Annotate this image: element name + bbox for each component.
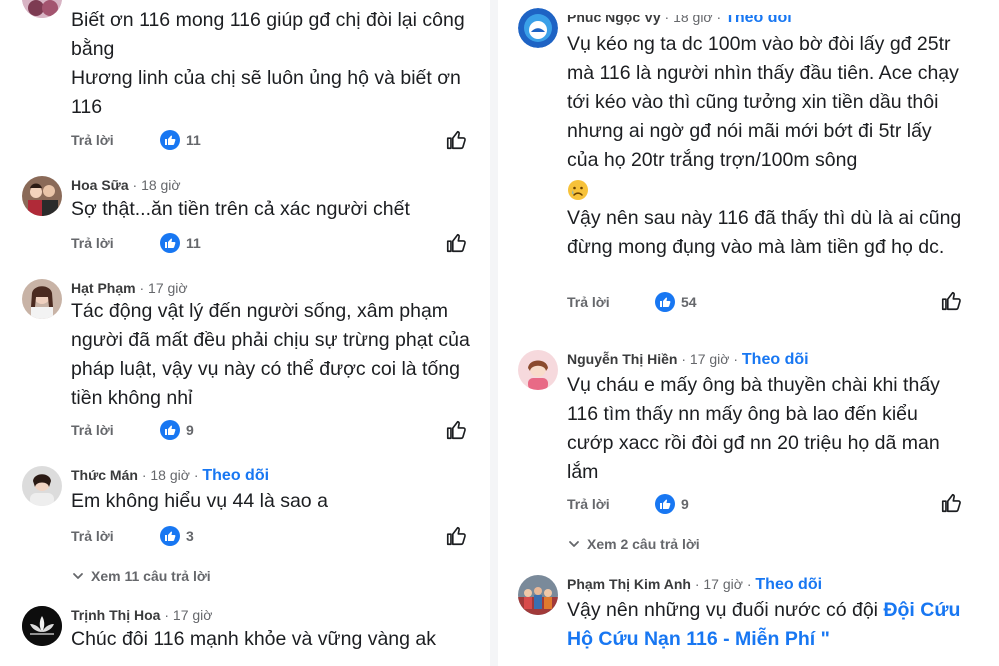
comment-meta: Thức Mán · 18 giờ · Theo dõi — [71, 467, 270, 484]
like-count[interactable]: 11 — [160, 130, 201, 150]
comment-meta: Nguyễn Thị Hiền · 17 giờ · Theo dõi — [567, 351, 809, 368]
avatar[interactable] — [518, 350, 558, 390]
crying-face-icon — [568, 179, 588, 200]
comment-text: Biết ơn 116 mong 116 giúp gđ chị đòi lại… — [71, 9, 465, 118]
thumbs-up-icon[interactable] — [445, 419, 467, 441]
like-reaction-icon — [160, 130, 180, 150]
reply-button[interactable]: Trả lời — [71, 132, 114, 148]
follow-button[interactable]: Theo dõi — [742, 351, 809, 368]
thumbs-up-icon[interactable] — [445, 232, 467, 254]
left-comment-panel: Biết ơn 116 mong 116 giúp gđ chị đòi lại… — [0, 0, 490, 666]
view-replies-button[interactable]: Xem 11 câu trả lời — [71, 568, 211, 584]
comment-text: Tác động vật lý đến người sống, xâm phạm… — [71, 300, 470, 409]
timestamp[interactable]: 17 giờ — [148, 280, 188, 296]
timestamp[interactable]: 17 giờ — [690, 351, 730, 367]
like-reaction-icon — [655, 292, 675, 312]
comment-text: Vụ kéo ng ta dc 100m vào bờ đòi lấy gđ 2… — [567, 30, 967, 262]
sad-face-emoji — [567, 175, 967, 204]
author-name[interactable]: Hoa Sữa — [71, 177, 129, 193]
like-count[interactable]: 3 — [160, 526, 194, 546]
like-reaction-icon — [655, 494, 675, 514]
chevron-down-icon — [569, 541, 579, 547]
author-name[interactable]: Nguyễn Thị Hiền — [567, 351, 677, 367]
avatar[interactable] — [518, 8, 558, 48]
comment-meta: Hoa Sữa · 18 giờ — [71, 177, 181, 193]
reply-button[interactable]: Trả lời — [567, 294, 610, 310]
reply-button[interactable]: Trả lời — [567, 496, 610, 512]
avatar[interactable] — [22, 466, 62, 506]
author-name[interactable]: Thức Mán — [71, 467, 138, 483]
thumbs-up-icon[interactable] — [940, 290, 962, 312]
comment-text: Vậy nên những vụ đuối nước có đội Đội Cứ… — [567, 599, 961, 650]
chevron-down-icon — [73, 573, 83, 579]
like-reaction-icon — [160, 420, 180, 440]
comment-text: Vụ cháu e mấy ông bà thuyền chài khi thấ… — [567, 374, 940, 483]
right-comment-panel: Phúc Ngọc Vy · 18 giờ · Theo dõi Vụ kéo … — [498, 0, 999, 666]
like-count[interactable]: 11 — [160, 233, 201, 253]
comment-meta: Hạt Phạm · 17 giờ — [71, 280, 188, 296]
avatar[interactable] — [22, 176, 62, 216]
author-name[interactable]: Hạt Phạm — [71, 280, 136, 296]
reply-button[interactable]: Trả lời — [71, 422, 114, 438]
like-count[interactable]: 9 — [655, 494, 689, 514]
timestamp[interactable]: 17 giờ — [703, 576, 743, 592]
author-name[interactable]: Trịnh Thị Hoa — [71, 607, 160, 623]
like-count[interactable]: 9 — [160, 420, 194, 440]
view-replies-button[interactable]: Xem 2 câu trả lời — [567, 536, 700, 552]
panel-divider — [490, 0, 498, 666]
author-name[interactable]: Phạm Thị Kim Anh — [567, 576, 691, 592]
comment-meta: Phạm Thị Kim Anh · 17 giờ · Theo dõi — [567, 576, 823, 593]
timestamp[interactable]: 17 giờ — [173, 607, 213, 623]
follow-button[interactable]: Theo dõi — [202, 467, 269, 484]
thumbs-up-icon[interactable] — [940, 492, 962, 514]
follow-button[interactable]: Theo dõi — [755, 576, 822, 593]
follow-button[interactable]: Theo dõi — [725, 15, 792, 26]
avatar[interactable] — [518, 575, 558, 615]
like-reaction-icon — [160, 526, 180, 546]
author-name[interactable]: Phúc Ngọc Vy — [567, 15, 661, 25]
like-count[interactable]: 54 — [655, 292, 697, 312]
timestamp[interactable]: 18 giờ — [141, 177, 181, 193]
comment-text: Chúc đôi 116 mạnh khỏe và vững vàng ak — [71, 628, 437, 650]
like-reaction-icon — [160, 233, 180, 253]
avatar[interactable] — [22, 0, 62, 18]
thumbs-up-icon[interactable] — [445, 129, 467, 151]
avatar[interactable] — [22, 279, 62, 319]
comment-text: Em không hiểu vụ 44 là sao a — [71, 490, 328, 512]
comment-text: Sợ thật...ăn tiền trên cả xác người chết — [71, 198, 410, 220]
timestamp[interactable]: 18 giờ — [673, 15, 713, 25]
reply-button[interactable]: Trả lời — [71, 528, 114, 544]
comment-meta: Trịnh Thị Hoa · 17 giờ — [71, 607, 213, 623]
comment-meta: Phúc Ngọc Vy · 18 giờ · Theo dõi — [567, 9, 792, 26]
reply-button[interactable]: Trả lời — [71, 235, 114, 251]
avatar[interactable] — [22, 606, 62, 646]
timestamp[interactable]: 18 giờ — [150, 467, 190, 483]
thumbs-up-icon[interactable] — [445, 525, 467, 547]
